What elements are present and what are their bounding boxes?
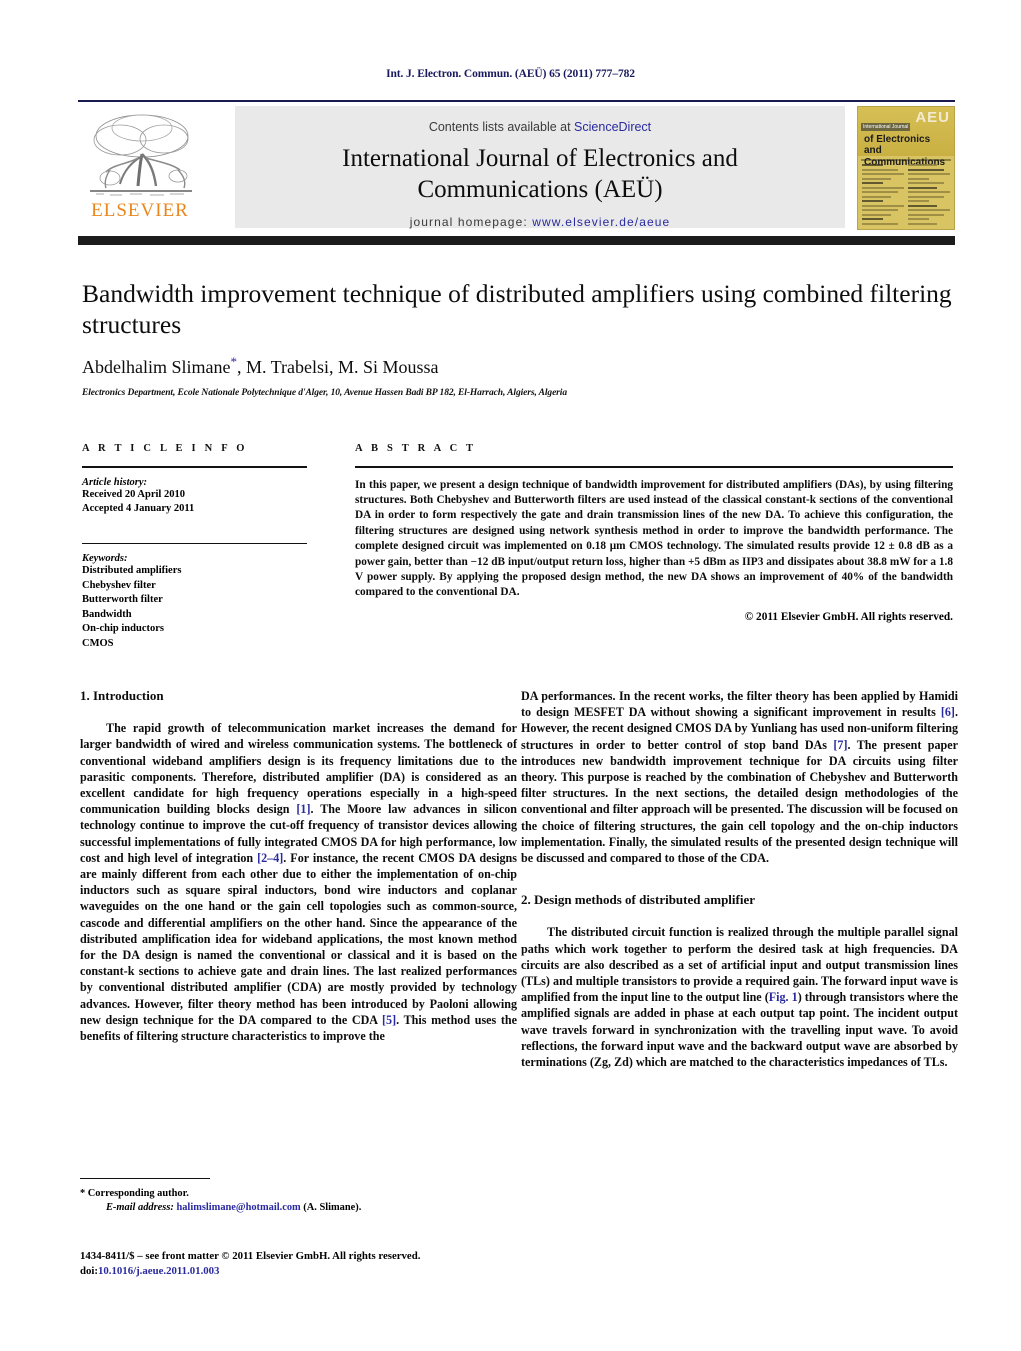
intro-paragraph-right: DA performances. In the recent works, th… xyxy=(521,688,958,866)
cover-kicker: International Journal xyxy=(861,123,911,131)
cover-aeu-badge: AEU xyxy=(915,109,950,126)
keyword-item: On-chip inductors xyxy=(82,623,164,635)
intro-text-f: . The present paper introduces new bandw… xyxy=(521,737,958,866)
design-methods-paragraph: The distributed circuit function is real… xyxy=(521,924,958,1070)
journal-homepage-line: journal homepage: www.elsevier.de/aeue xyxy=(235,215,845,229)
doi-link[interactable]: 10.1016/j.aeue.2011.01.003 xyxy=(98,1265,219,1277)
article-info-rule-mid xyxy=(82,542,307,545)
journal-title-line2: Communications (AEÜ) xyxy=(417,176,663,203)
corresponding-author-note: * Corresponding author. xyxy=(80,1188,189,1200)
keyword-item: Butterworth filter xyxy=(82,594,163,606)
sciencedirect-link[interactable]: ScienceDirect xyxy=(574,120,651,134)
article-info-heading: A R T I C L E I N F O xyxy=(82,443,248,454)
citation-ref-6[interactable]: [6] xyxy=(941,705,955,719)
footnote-rule xyxy=(80,1178,210,1180)
journal-cover-thumbnail: AEU International Journal of Electronics… xyxy=(857,106,955,230)
masthead-title-box: Contents lists available at ScienceDirec… xyxy=(235,106,845,229)
intro-paragraph-left: The rapid growth of telecommunication ma… xyxy=(80,720,517,1044)
abstract-heading: A B S T R A C T xyxy=(355,443,477,454)
affiliation: Electronics Department, Ecole Nationale … xyxy=(82,388,567,398)
section-heading-introduction: 1. Introduction xyxy=(80,688,164,703)
citation-ref-2-4[interactable]: [2–4] xyxy=(257,851,283,865)
cover-contents-columns xyxy=(858,161,954,229)
homepage-prefix: journal homepage: xyxy=(409,215,533,229)
email-note: E-mail address: halimslimane@hotmail.com… xyxy=(80,1201,517,1215)
article-info-rule-top xyxy=(82,466,307,468)
page-title: Bandwidth improvement technique of distr… xyxy=(82,279,952,339)
figure-ref-1[interactable]: Fig. 1 xyxy=(769,990,798,1004)
keyword-item: Bandwidth xyxy=(82,608,132,620)
citation-ref-1[interactable]: [1] xyxy=(296,802,310,816)
elsevier-tree-icon xyxy=(80,106,200,202)
body-column-left: 1. Introduction The rapid growth of tele… xyxy=(80,688,517,1044)
journal-masthead: ELSEVIER Contents lists available at Sci… xyxy=(78,100,955,230)
contents-available-line: Contents lists available at ScienceDirec… xyxy=(235,120,845,134)
email-label: E-mail address: xyxy=(106,1202,174,1214)
intro-text-c: . For instance, the recent CMOS DA desig… xyxy=(80,850,517,1027)
journal-title-line1: International Journal of Electronics and xyxy=(342,145,738,172)
keyword-item: Distributed amplifiers xyxy=(82,565,182,577)
cover-headline-1: of Electronics and xyxy=(864,134,931,156)
article-history-received: Received 20 April 2010 xyxy=(82,488,185,500)
imprint-doi-line: doi:10.1016/j.aeue.2011.01.003 xyxy=(80,1264,550,1279)
masthead-bottom-bar xyxy=(78,236,955,245)
cover-col-left xyxy=(862,164,904,227)
article-info-panel: A R T I C L E I N F O Article history: R… xyxy=(82,443,307,651)
citation-ref-7[interactable]: [7] xyxy=(833,738,847,752)
journal-title: International Journal of Electronics and… xyxy=(235,143,845,205)
elsevier-wordmark: ELSEVIER xyxy=(91,200,189,221)
footnote-block: * Corresponding author. E-mail address: … xyxy=(80,1178,517,1215)
abstract-copyright: © 2011 Elsevier GmbH. All rights reserve… xyxy=(744,610,953,623)
abstract-text: In this paper, we present a design techn… xyxy=(355,478,953,599)
doi-label: doi: xyxy=(80,1265,98,1277)
keyword-item: Chebyshev filter xyxy=(82,579,156,591)
abstract-panel: A B S T R A C T In this paper, we presen… xyxy=(355,443,953,623)
author-others: , M. Trabelsi, M. Si Moussa xyxy=(236,357,439,377)
cover-header: AEU International Journal of Electronics… xyxy=(858,107,954,168)
body-column-right: DA performances. In the recent works, th… xyxy=(521,688,958,1070)
email-link[interactable]: halimslimane@hotmail.com xyxy=(176,1202,300,1213)
running-head: Int. J. Electron. Commun. (AEÜ) 65 (2011… xyxy=(386,68,635,80)
author-list: Abdelhalim Slimane*, M. Trabelsi, M. Si … xyxy=(82,354,954,378)
abstract-rule xyxy=(355,466,953,468)
journal-homepage-link[interactable]: www.elsevier.de/aeue xyxy=(532,215,670,229)
email-suffix: (A. Slimane). xyxy=(300,1202,362,1214)
article-history-label: Article history: xyxy=(82,476,148,488)
contents-prefix: Contents lists available at xyxy=(428,120,575,134)
keywords-label: Keywords: xyxy=(82,553,128,565)
cover-headline-2: Communications xyxy=(864,157,946,168)
imprint-block: 1434-8411/$ – see front matter © 2011 El… xyxy=(80,1249,550,1279)
intro-text-d-cont: DA performances. In the recent works, th… xyxy=(521,689,958,720)
citation-ref-5[interactable]: [5] xyxy=(382,1013,396,1027)
section-heading-design-methods: 2. Design methods of distributed amplifi… xyxy=(521,892,755,908)
masthead-body: ELSEVIER Contents lists available at Sci… xyxy=(78,102,955,230)
keyword-item: CMOS xyxy=(82,637,114,649)
elsevier-logo: ELSEVIER xyxy=(80,106,200,230)
title-block: Bandwidth improvement technique of distr… xyxy=(82,278,954,398)
imprint-front-matter: 1434-8411/$ – see front matter © 2011 El… xyxy=(80,1250,421,1262)
article-history-accepted: Accepted 4 January 2011 xyxy=(82,503,195,515)
author-primary: Abdelhalim Slimane xyxy=(82,357,231,377)
cover-col-right xyxy=(908,164,950,227)
paper-page: Int. J. Electron. Commun. (AEÜ) 65 (2011… xyxy=(0,0,1021,1351)
